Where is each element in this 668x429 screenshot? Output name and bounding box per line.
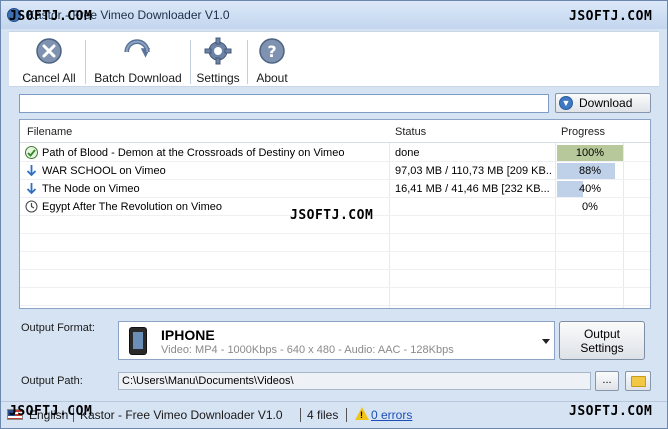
table-header: Filename Status Progress [20,120,650,143]
watermark-top-right: JSOFTJ.COM [569,9,653,24]
output-path-field[interactable]: C:\Users\Manu\Documents\Videos\ [118,372,591,390]
checkmark-icon [25,146,38,159]
row-filename: WAR SCHOOL on Vimeo [42,165,166,177]
batch-download-label: Batch Download [94,71,182,85]
toolbar-divider [85,40,86,84]
progress-bar: 88% [557,163,623,179]
table-row[interactable]: Path of Blood - Demon at the Crossroads … [20,144,650,162]
row-filename: The Node on Vimeo [42,183,140,195]
row-filename: Path of Blood - Demon at the Crossroads … [42,147,345,159]
watermark-center: JSOFTJ.COM [290,208,374,223]
svg-text:?: ? [267,42,276,61]
gear-icon [203,36,233,66]
file-count-label: 4 files [307,408,339,422]
download-icon: ▼ [559,96,573,110]
errors-link-text[interactable]: 0 errors [371,408,412,422]
browse-button[interactable]: ... [595,371,619,391]
watermark-bottom-right: JSOFTJ.COM [569,404,653,419]
header-filename[interactable]: Filename [27,126,72,138]
progress-bar: 0% [557,199,623,215]
format-name: IPHONE [161,327,215,343]
download-button[interactable]: ▼ Download [555,93,651,113]
row-status: 16,41 MB / 41,46 MB [232 KB... [395,183,550,195]
title-bar: Kastor - Free Vimeo Downloader V1.0 [1,1,667,29]
progress-label: 88% [578,165,602,177]
row-status: 97,03 MB / 110,73 MB [209 KB... [395,165,553,177]
progress-bar: 100% [557,145,623,161]
download-label: Download [579,96,633,110]
app-window: Kastor - Free Vimeo Downloader V1.0 JSOF… [0,0,668,429]
about-label: About [256,71,288,85]
cancel-all-button[interactable]: Cancel All [21,36,77,86]
empty-row [20,288,650,306]
status-divider [346,408,347,422]
row-status: done [395,147,420,159]
about-button[interactable]: ? About [253,36,291,86]
settings-button[interactable]: Settings [195,36,241,86]
help-icon: ? [257,36,287,66]
empty-row [20,252,650,270]
format-description: Video: MP4 - 1000Kbps - 640 x 480 - Audi… [161,344,454,356]
output-format-select[interactable]: IPHONE Video: MP4 - 1000Kbps - 640 x 480… [118,321,555,360]
folder-icon [631,376,646,387]
toolbar-divider [247,40,248,84]
progress-label: 0% [582,201,598,213]
header-status[interactable]: Status [395,126,426,138]
download-arrow-icon [25,182,38,195]
table-row[interactable]: The Node on Vimeo 16,41 MB / 41,46 MB [23… [20,180,650,198]
chevron-down-icon [542,339,550,344]
batch-download-button[interactable]: Batch Download [91,36,185,86]
empty-row [20,270,650,288]
progress-bar: 40% [557,181,623,197]
batch-download-icon [123,36,153,66]
status-bar: English Kastor - Free Vimeo Downloader V… [1,401,667,428]
cancel-icon [34,36,64,66]
errors-link[interactable]: 0 errors [371,408,412,422]
empty-row [20,234,650,252]
progress-label: 40% [578,183,602,195]
settings-label: Settings [196,71,240,85]
status-divider [300,408,301,422]
watermark-top-left: JSOFTJ.COM [9,9,93,24]
open-folder-button[interactable] [625,371,651,391]
watermark-bottom-left: JSOFTJ.COM [9,404,93,419]
url-input[interactable] [19,94,549,113]
cancel-all-label: Cancel All [22,71,76,85]
app-name-label: Kastor - Free Vimeo Downloader V1.0 [80,408,283,422]
header-progress[interactable]: Progress [561,126,605,138]
progress-label: 100% [575,147,605,159]
download-arrow-icon [25,164,38,177]
table-row[interactable]: WAR SCHOOL on Vimeo 97,03 MB / 110,73 MB … [20,162,650,180]
clock-icon [25,200,38,213]
output-path-label: Output Path: [21,375,83,387]
warning-icon [355,407,369,420]
phone-icon [129,327,147,355]
output-format-label: Output Format: [21,322,95,334]
toolbar: Cancel All Batch Download Settings ? Abo… [9,31,659,87]
toolbar-divider [190,40,191,84]
output-settings-button[interactable]: Output Settings [559,321,645,360]
